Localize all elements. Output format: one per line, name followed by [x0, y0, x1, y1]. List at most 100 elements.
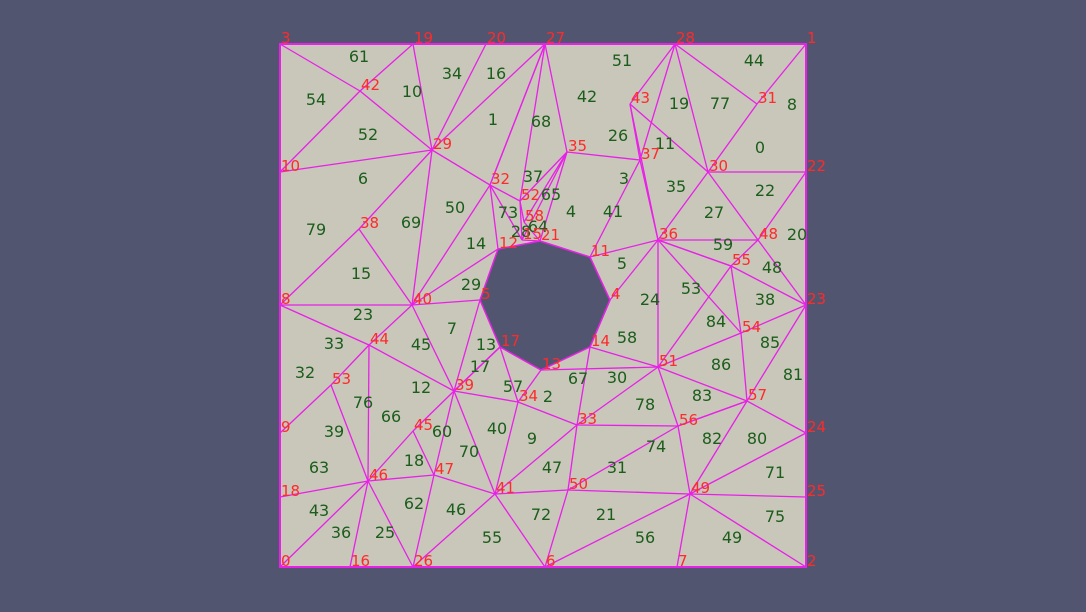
node-label: 19 — [414, 29, 433, 47]
node-label: 11 — [591, 242, 610, 260]
element-label: 36 — [331, 523, 351, 542]
node-label: 4 — [611, 285, 621, 303]
element-label: 67 — [568, 369, 588, 388]
element-label: 81 — [783, 365, 803, 384]
element-label: 53 — [681, 279, 701, 298]
element-label: 15 — [351, 264, 371, 283]
node-label: 57 — [748, 386, 767, 404]
element-label: 40 — [487, 419, 507, 438]
element-label: 5 — [617, 254, 627, 273]
element-label: 59 — [713, 235, 733, 254]
element-label: 9 — [527, 429, 537, 448]
element-label: 46 — [446, 500, 466, 519]
node-label: 17 — [501, 332, 520, 350]
element-label: 12 — [411, 378, 431, 397]
node-label: 35 — [568, 137, 587, 155]
element-label: 6 — [358, 169, 368, 188]
element-label: 80 — [747, 429, 767, 448]
node-label: 34 — [519, 387, 538, 405]
node-label: 8 — [281, 290, 291, 308]
element-label: 79 — [306, 220, 326, 239]
node-label: 6 — [546, 552, 556, 570]
element-label: 48 — [762, 258, 782, 277]
element-label: 39 — [324, 422, 344, 441]
element-label: 42 — [577, 87, 597, 106]
element-label: 49 — [722, 528, 742, 547]
element-label: 16 — [486, 64, 506, 83]
element-label: 74 — [646, 437, 666, 456]
element-label: 33 — [324, 334, 344, 353]
element-label: 25 — [375, 523, 395, 542]
node-label: 41 — [496, 479, 515, 497]
node-label: 42 — [361, 76, 380, 94]
node-label: 36 — [659, 225, 678, 243]
element-label: 65 — [541, 185, 561, 204]
node-label: 10 — [281, 157, 300, 175]
element-label: 26 — [608, 126, 628, 145]
element-label: 68 — [531, 112, 551, 131]
element-label: 2 — [543, 387, 553, 406]
node-label: 1 — [807, 29, 817, 47]
node-label: 12 — [499, 234, 518, 252]
element-label: 0 — [755, 138, 765, 157]
node-label: 50 — [569, 475, 588, 493]
node-label: 18 — [281, 482, 300, 500]
element-label: 55 — [482, 528, 502, 547]
element-label: 1 — [488, 110, 498, 129]
node-label: 48 — [759, 225, 778, 243]
element-label: 4 — [566, 202, 576, 221]
element-label: 62 — [404, 494, 424, 513]
element-label: 17 — [470, 357, 490, 376]
node-label: 33 — [578, 410, 597, 428]
element-label: 54 — [306, 90, 326, 109]
node-label: 40 — [413, 290, 432, 308]
element-label: 70 — [459, 442, 479, 461]
element-label: 77 — [710, 94, 730, 113]
element-label: 78 — [635, 395, 655, 414]
element-label: 24 — [640, 290, 660, 309]
element-label: 30 — [607, 368, 627, 387]
element-label: 10 — [402, 82, 422, 101]
node-label: 37 — [641, 145, 660, 163]
element-label: 8 — [787, 95, 797, 114]
node-label: 7 — [678, 552, 688, 570]
element-label: 86 — [711, 355, 731, 374]
node-label: 45 — [414, 416, 433, 434]
element-label: 21 — [596, 505, 616, 524]
node-label: 14 — [591, 332, 610, 350]
node-label: 22 — [807, 157, 826, 175]
element-label: 13 — [476, 335, 496, 354]
node-label: 43 — [631, 89, 650, 107]
element-label: 35 — [666, 177, 686, 196]
element-label: 14 — [466, 234, 486, 253]
element-label: 51 — [612, 51, 632, 70]
node-label: 31 — [758, 89, 777, 107]
element-label: 66 — [381, 407, 401, 426]
node-label: 47 — [435, 460, 454, 478]
element-label: 60 — [432, 422, 452, 441]
element-label: 3 — [619, 169, 629, 188]
mesh-viewport[interactable]: 0 1 2 3 4 5 6 7 8 9 10 11 12 13 14 15 16 17 18 19 20 21 22 23 24… — [0, 0, 1086, 612]
node-label: 24 — [807, 418, 826, 436]
element-label: 45 — [411, 335, 431, 354]
element-label: 69 — [401, 213, 421, 232]
element-label: 19 — [669, 94, 689, 113]
element-label: 38 — [755, 290, 775, 309]
element-label: 7 — [447, 319, 457, 338]
node-label: 28 — [676, 29, 695, 47]
node-label: 49 — [691, 479, 710, 497]
node-label: 51 — [659, 352, 678, 370]
node-label: 23 — [807, 290, 826, 308]
element-label: 47 — [542, 458, 562, 477]
element-label: 20 — [787, 225, 807, 244]
element-label: 23 — [353, 305, 373, 324]
node-label: 27 — [546, 29, 565, 47]
node-label: 32 — [491, 170, 510, 188]
node-label: 46 — [369, 466, 388, 484]
node-label: 2 — [807, 552, 817, 570]
node-label: 16 — [351, 552, 370, 570]
mesh-canvas[interactable]: 0123456789101112131415161718192021222324… — [0, 0, 1086, 612]
element-label: 72 — [531, 505, 551, 524]
node-label: 20 — [487, 29, 506, 47]
node-label: 25 — [807, 482, 826, 500]
